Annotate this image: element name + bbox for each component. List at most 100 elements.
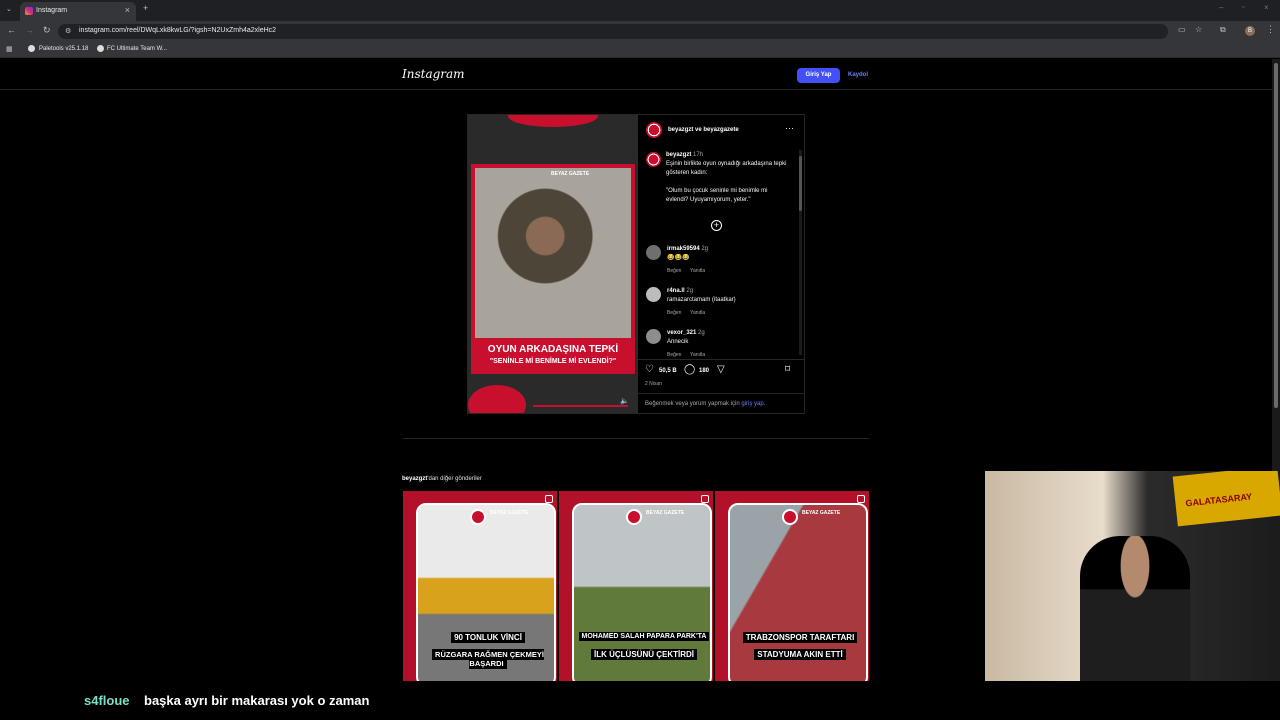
divider	[638, 359, 804, 360]
video-progress-bar[interactable]	[533, 405, 628, 407]
comment: irmak59594 2g 😂😂😂	[667, 245, 708, 263]
comment-text: 😂😂😂	[667, 255, 690, 261]
brand-logo-icon	[470, 509, 486, 525]
more-posts-title: beyazgzt'dan diğer gönderiler	[402, 476, 482, 482]
comments-scrollbar[interactable]	[799, 150, 802, 355]
forward-icon[interactable]: →	[25, 25, 34, 35]
volume-icon[interactable]: 🔈	[620, 397, 629, 405]
comment-time: 2g	[686, 288, 694, 294]
more-post-thumbnail[interactable]: BEYAZ GAZETE MOHAMED SALAH PAPARA PARK'T…	[559, 491, 713, 691]
profile-avatar[interactable]: B	[1245, 26, 1255, 36]
bookmark-fc-ultimate[interactable]: FC Ultimate Team W...	[107, 46, 167, 52]
comment-avatar[interactable]	[646, 329, 661, 344]
login-prompt-text: Beğenmek veya yorum yapmak için	[645, 401, 740, 407]
scrollbar-thumb[interactable]	[1274, 63, 1278, 408]
apps-grid-icon[interactable]: ▦	[6, 45, 13, 53]
load-more-comments-icon[interactable]: +	[711, 220, 722, 231]
comment-username[interactable]: irmak59594	[667, 246, 700, 252]
more-post-thumbnail[interactable]: BEYAZ GAZETE 90 TONLUK VİNCİ RÜZGARA RAĞ…	[403, 491, 557, 691]
comment: r4na.ll 2g ramazarctamam (itaatkar)	[667, 287, 736, 305]
post-date: 2 Nisan	[645, 381, 662, 387]
brand-watermark: BEYAZ GAZETE	[646, 510, 685, 516]
post-card: BEYAZ GAZETE OYUN ARKADAŞINA TEPKİ "SENİ…	[467, 114, 805, 414]
like-comment-link[interactable]: Beğen	[667, 268, 681, 274]
restore-icon[interactable]: ▫	[1242, 4, 1244, 11]
caption-username[interactable]: beyazgzt	[666, 152, 691, 158]
close-tab-icon[interactable]: ×	[125, 5, 130, 15]
signup-link[interactable]: Kaydol	[848, 72, 868, 78]
comment-username[interactable]: vexor_321	[667, 330, 696, 336]
chat-message: başka ayrı bir makarası yok o zaman	[144, 693, 370, 708]
likes-count: 50,5 B	[659, 368, 677, 374]
back-icon[interactable]: ←	[7, 25, 16, 35]
instagram-favicon-icon	[25, 7, 33, 15]
caption-time: 17h	[693, 152, 704, 158]
author-avatar[interactable]	[646, 122, 662, 138]
thumbnail-image: BEYAZ GAZETE MOHAMED SALAH PAPARA PARK'T…	[572, 503, 712, 687]
tab-list-icon[interactable]: ⌄	[6, 5, 12, 13]
caption-avatar[interactable]	[646, 152, 661, 167]
minimize-icon[interactable]: –	[1219, 3, 1223, 12]
post-author-header[interactable]: beyazgzt ve beyazgazete	[668, 127, 739, 133]
site-info-icon[interactable]: ⚙	[65, 27, 71, 35]
video-frame: BEYAZ GAZETE OYUN ARKADAŞINA TEPKİ "SENİ…	[471, 164, 635, 374]
brand-watermark: BEYAZ GAZETE	[490, 510, 529, 516]
video-caption-title: OYUN ARKADAŞINA TEPKİ	[487, 344, 619, 355]
more-options-icon[interactable]: ···	[785, 123, 794, 133]
section-divider	[403, 438, 869, 439]
like-comment-link[interactable]: Beğen	[667, 310, 681, 316]
menu-icon[interactable]: ⋮	[1266, 24, 1275, 35]
red-shape	[468, 385, 526, 413]
bookmark-paletools[interactable]: Paletools v25.1.18	[39, 46, 88, 52]
reply-comment-link[interactable]: Yanıtla	[690, 268, 705, 274]
thumbnail-caption-2: STADYUMA AKIN ETTİ	[730, 649, 869, 660]
team-banner-text: GALATASARAY	[1185, 491, 1253, 509]
more-post-thumbnail[interactable]: BEYAZ GAZETE TRABZONSPOR TARAFTARI STADY…	[715, 491, 869, 691]
red-shape	[508, 115, 598, 127]
comment-icon[interactable]: ◯	[684, 364, 695, 375]
comment-avatar[interactable]	[646, 287, 661, 302]
thumbnail-caption-1: TRABZONSPOR TARAFTARI	[730, 632, 869, 643]
thumbnail-caption-2: RÜZGARA RAĞMEN ÇEKMEYİ BAŞARDI	[418, 649, 557, 669]
login-button[interactable]: Giriş Yap	[797, 68, 840, 83]
post-side-panel: beyazgzt ve beyazgazete ··· beyazgzt 17h…	[638, 115, 804, 413]
chat-username: s4floue	[84, 693, 130, 708]
reel-icon	[701, 495, 709, 503]
like-comment-link[interactable]: Beğen	[667, 352, 681, 358]
save-bookmark-icon[interactable]: ⌑	[785, 364, 790, 375]
login-prompt-link[interactable]: giriş yap.	[741, 401, 765, 407]
instagram-header: Instagram Giriş Yap Kaydol	[0, 59, 1272, 90]
address-bar[interactable]: ⚙ instagram.com/reel/DWqLxk8kwLG/?igsh=N…	[58, 24, 1168, 39]
reload-icon[interactable]: ↻	[43, 25, 51, 36]
comments-scrollbar-thumb[interactable]	[799, 156, 802, 211]
comment-avatar[interactable]	[646, 245, 661, 260]
comment-text: Annecik	[667, 339, 689, 345]
brand-logo-icon	[782, 509, 798, 525]
thumbnail-caption-1: MOHAMED SALAH PAPARA PARK'TA	[574, 632, 713, 641]
close-window-icon[interactable]: ×	[1264, 3, 1269, 12]
caption-text: Eşinin birlikte oyun oynadığı arkadaşına…	[666, 161, 787, 176]
more-posts-suffix: 'dan diğer gönderiler	[427, 476, 482, 482]
team-banner: GALATASARAY	[1172, 471, 1280, 527]
comments-count: 180	[699, 368, 710, 374]
thumbnail-caption-2: İLK ÜÇLÜSÜNÜ ÇEKTİRDİ	[574, 649, 713, 660]
heart-icon[interactable]: ♡	[645, 364, 654, 375]
share-icon[interactable]: ▽	[717, 364, 725, 375]
cast-icon[interactable]: ▭	[1178, 25, 1186, 34]
divider	[638, 393, 804, 394]
video-still	[475, 168, 631, 338]
new-tab-icon[interactable]: +	[143, 3, 148, 13]
bookmark-star-icon[interactable]: ☆	[1195, 25, 1202, 34]
browser-tab[interactable]: Instagram ×	[20, 2, 136, 21]
instagram-logo[interactable]: Instagram	[402, 67, 465, 81]
globe-icon	[28, 45, 35, 52]
reply-comment-link[interactable]: Yanıtla	[690, 310, 705, 316]
reply-comment-link[interactable]: Yanıtla	[690, 352, 705, 358]
extensions-icon[interactable]: ⧉	[1220, 25, 1226, 35]
reel-icon	[857, 495, 865, 503]
post-caption: beyazgzt 17h Eşinin birlikte oyun oynadı…	[666, 151, 791, 205]
reel-video[interactable]: BEYAZ GAZETE OYUN ARKADAŞINA TEPKİ "SENİ…	[468, 115, 638, 413]
more-posts-username[interactable]: beyazgzt	[402, 476, 427, 482]
comment-username[interactable]: r4na.ll	[667, 288, 685, 294]
thumbnail-image: BEYAZ GAZETE TRABZONSPOR TARAFTARI STADY…	[728, 503, 868, 687]
